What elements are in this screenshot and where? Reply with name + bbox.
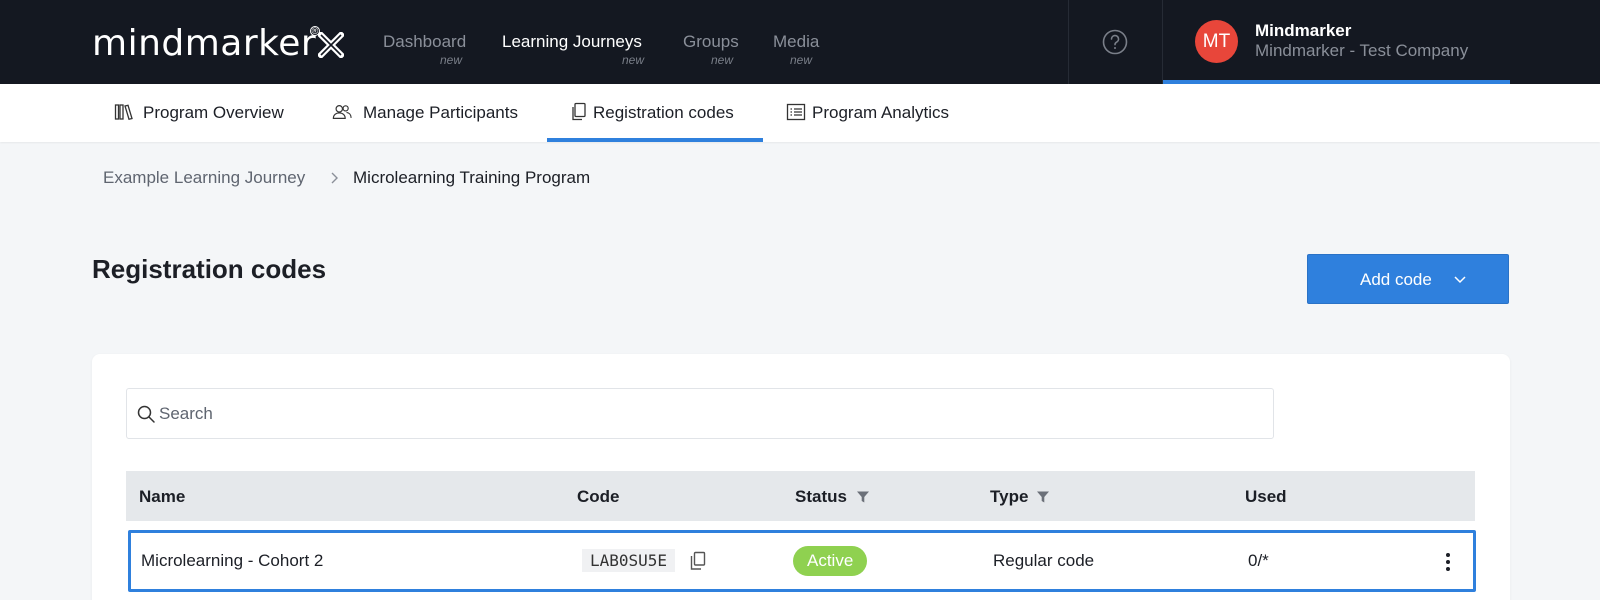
search-box[interactable] <box>126 388 1274 439</box>
nav-groups-badge: new <box>711 53 734 67</box>
table-header: Name Code Status Type Used <box>126 471 1475 521</box>
list-icon <box>786 103 806 121</box>
nav-groups[interactable]: Groups <box>683 32 739 52</box>
account-name: Mindmarker <box>1255 21 1352 40</box>
users-icon <box>332 105 352 119</box>
table-row[interactable]: Microlearning - Cohort 2 LAB0SU5E Active… <box>128 530 1476 592</box>
books-icon <box>114 104 133 120</box>
add-code-label: Add code <box>1360 270 1432 289</box>
search-icon <box>137 405 155 423</box>
nav-dashboard-badge: new <box>440 53 463 67</box>
chevron-down-icon <box>1454 276 1466 284</box>
tab-program-analytics-label: Program Analytics <box>812 103 949 122</box>
chevron-right-icon <box>331 172 338 184</box>
program-subnav: Program Overview Manage Participants Reg… <box>0 84 1600 142</box>
status-filter-icon[interactable] <box>856 490 870 504</box>
help-icon[interactable] <box>1102 29 1128 55</box>
nav-media-badge: new <box>790 53 813 67</box>
tab-manage-participants[interactable]: Manage Participants <box>332 84 532 142</box>
x-mark-icon <box>318 32 344 58</box>
row-used: 0/* <box>1248 551 1269 570</box>
row-actions-kebab-icon[interactable] <box>1444 551 1452 573</box>
column-type[interactable]: Type <box>990 487 1028 507</box>
column-status[interactable]: Status <box>795 487 847 507</box>
page-title: Registration codes <box>92 254 327 284</box>
tab-registration-codes[interactable]: Registration codes <box>547 84 763 142</box>
nav-learning-journeys-badge: new <box>622 53 645 67</box>
type-filter-icon[interactable] <box>1036 490 1050 504</box>
row-name: Microlearning - Cohort 2 <box>141 551 324 570</box>
tab-registration-codes-label: Registration codes <box>593 103 734 122</box>
tab-program-overview-label: Program Overview <box>143 103 284 122</box>
column-name[interactable]: Name <box>139 487 185 507</box>
column-code[interactable]: Code <box>577 487 620 507</box>
status-badge: Active <box>793 546 868 576</box>
column-used[interactable]: Used <box>1245 487 1287 507</box>
nav-learning-journeys[interactable]: Learning Journeys <box>502 32 642 52</box>
add-code-button[interactable]: Add code <box>1307 254 1509 304</box>
account-company: Mindmarker - Test Company <box>1255 41 1469 60</box>
nav-media[interactable]: Media <box>773 32 819 52</box>
search-input[interactable] <box>159 401 1259 427</box>
avatar[interactable]: MT <box>1195 20 1238 63</box>
brand-logo[interactable]: mindmarker <box>92 24 316 64</box>
row-code: LAB0SU5E <box>582 549 676 572</box>
breadcrumb-learning-journey[interactable]: Example Learning Journey <box>103 168 305 188</box>
copy-code-icon[interactable] <box>689 551 707 571</box>
row-type: Regular code <box>993 551 1095 570</box>
breadcrumb-current-program: Microlearning Training Program <box>353 168 591 187</box>
tab-program-analytics[interactable]: Program Analytics <box>786 84 966 142</box>
nav-dashboard[interactable]: Dashboard <box>383 32 466 52</box>
tab-program-overview[interactable]: Program Overview <box>114 84 294 142</box>
copy-icon <box>572 102 586 121</box>
tab-manage-participants-label: Manage Participants <box>363 103 518 122</box>
